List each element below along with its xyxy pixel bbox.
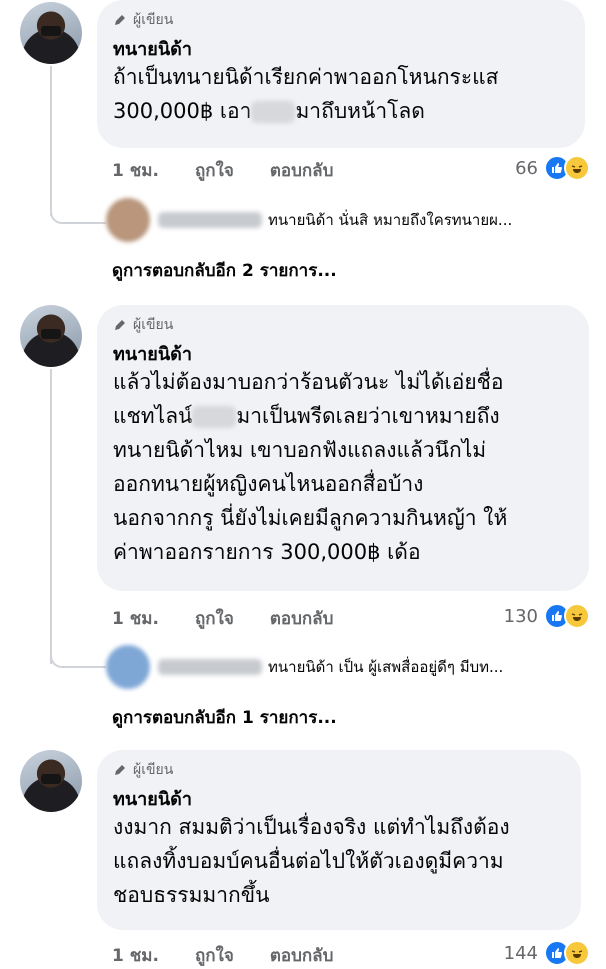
redacted-text <box>251 101 296 123</box>
haha-reaction-icon <box>564 940 590 966</box>
author-badge: ผู้เขียน <box>113 10 567 30</box>
author-badge: ผู้เขียน <box>113 760 563 780</box>
author-badge: ผู้เขียน <box>113 315 571 335</box>
reaction-count: 130 <box>503 605 538 627</box>
haha-reaction-icon <box>564 155 590 181</box>
timestamp[interactable]: 1 ชม. <box>112 942 159 969</box>
author-avatar[interactable] <box>20 2 82 64</box>
thread-connector <box>50 208 106 224</box>
author-name[interactable]: ทนายนิด้า <box>113 34 567 60</box>
like-button[interactable]: ถูกใจ <box>195 942 234 969</box>
reply-avatar <box>106 198 150 242</box>
comment-text: แล้วไม่ต้องมาบอกว่าร้อนตัวนะ ไม่ได้เอ่ยช… <box>113 370 508 564</box>
like-button[interactable]: ถูกใจ <box>195 605 234 632</box>
comment-actions: 1 ชม. ถูกใจ ตอบกลับ <box>112 157 369 184</box>
view-more-replies-link[interactable]: ดูการตอบกลับอีก 1 รายการ... <box>112 704 337 731</box>
pen-icon <box>115 765 125 775</box>
redacted-text <box>192 406 237 428</box>
timestamp[interactable]: 1 ชม. <box>112 157 159 184</box>
timestamp[interactable]: 1 ชม. <box>112 605 159 632</box>
thread-connector <box>50 652 106 668</box>
reaction-summary[interactable]: 66 <box>515 155 590 181</box>
comment-bubble: ผู้เขียน ทนายนิด้า แล้วไม่ต้องมาบอกว่าร้… <box>97 305 589 591</box>
haha-reaction-icon <box>564 603 590 629</box>
reply-button[interactable]: ตอบกลับ <box>270 605 334 632</box>
author-name[interactable]: ทนายนิด้า <box>113 784 563 810</box>
reply-preview[interactable]: ทนายนิด้า เป็น ผู้เสพสื่ออยู่ดีๆ มีบท... <box>106 645 503 689</box>
reply-preview-text: ทนายนิด้า นั่นสิ หมายถึงใครทนายผ... <box>268 211 513 229</box>
comment-bubble: ผู้เขียน ทนายนิด้า ถ้าเป็นทนายนิด้าเรียก… <box>97 0 585 148</box>
reaction-count: 144 <box>503 942 538 964</box>
pen-icon <box>115 320 125 330</box>
reply-author-name <box>158 212 262 228</box>
reaction-count: 66 <box>515 157 538 179</box>
comment-text: ถ้าเป็นทนายนิด้าเรียกค่าพาออกโหนกระแส 30… <box>113 65 499 123</box>
view-more-replies-link[interactable]: ดูการตอบกลับอีก 2 รายการ... <box>112 257 337 284</box>
comment-actions: 1 ชม. ถูกใจ ตอบกลับ <box>112 605 369 632</box>
comment-text: งงมาก สมมติว่าเป็นเรื่องจริง แต่ทำไมถึงต… <box>113 815 510 907</box>
reaction-summary[interactable]: 130 <box>504 603 590 629</box>
author-name[interactable]: ทนายนิด้า <box>113 339 571 365</box>
like-button[interactable]: ถูกใจ <box>195 157 234 184</box>
reply-preview-text: ทนายนิด้า เป็น ผู้เสพสื่ออยู่ดีๆ มีบท... <box>268 658 504 676</box>
reply-preview[interactable]: ทนายนิด้า นั่นสิ หมายถึงใครทนายผ... <box>106 198 512 242</box>
author-avatar[interactable] <box>20 750 82 812</box>
reaction-summary[interactable]: 144 <box>504 940 590 966</box>
reply-avatar <box>106 645 150 689</box>
reply-author-name <box>158 659 262 675</box>
author-avatar[interactable] <box>20 305 82 367</box>
reply-button[interactable]: ตอบกลับ <box>270 942 334 969</box>
comment-actions: 1 ชม. ถูกใจ ตอบกลับ <box>112 942 369 969</box>
reply-button[interactable]: ตอบกลับ <box>270 157 334 184</box>
comment-bubble: ผู้เขียน ทนายนิด้า งงมาก สมมติว่าเป็นเรื… <box>97 750 581 930</box>
pen-icon <box>115 15 125 25</box>
